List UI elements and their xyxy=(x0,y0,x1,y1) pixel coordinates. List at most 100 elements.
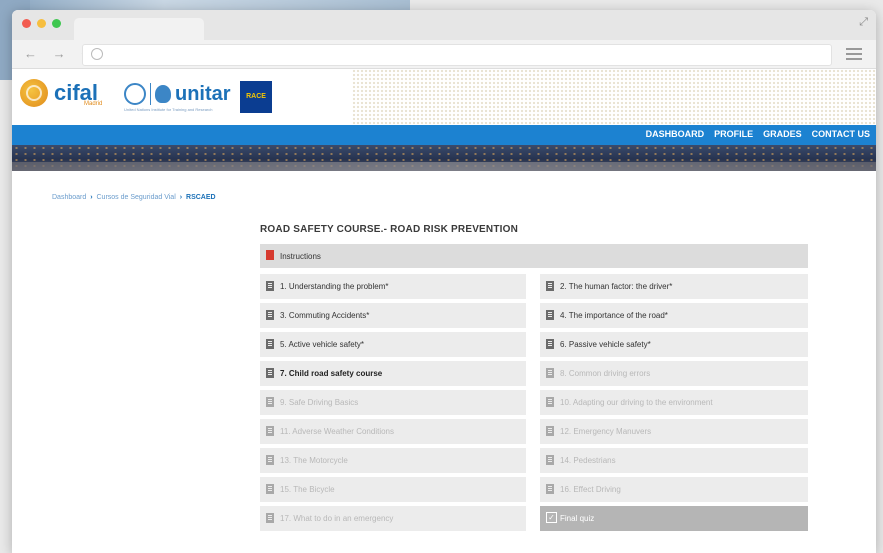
module-item[interactable]: 8. Common driving errors xyxy=(540,361,808,386)
document-icon xyxy=(266,339,274,349)
document-icon xyxy=(266,368,274,378)
logo-divider xyxy=(150,83,151,105)
module-row: 1. Understanding the problem* 2. The huma… xyxy=(260,274,808,299)
module-grid: 1. Understanding the problem* 2. The huma… xyxy=(260,274,808,535)
module-label: 17. What to do in an emergency xyxy=(280,514,394,523)
module-row: 3. Commuting Accidents* 4. The importance… xyxy=(260,303,808,328)
main-content: Dashboard › Cursos de Seguridad Vial › R… xyxy=(12,180,876,553)
breadcrumb-separator: › xyxy=(90,194,93,201)
title-bar: ⤢ xyxy=(12,10,876,40)
unitar-subtitle: United Nations Institute for Training an… xyxy=(124,107,213,112)
module-label: 6. Passive vehicle safety* xyxy=(560,340,651,349)
address-bar-row: ← → C xyxy=(12,40,876,69)
module-row: 5. Active vehicle safety* 6. Passive vehi… xyxy=(260,332,808,357)
document-icon xyxy=(546,397,554,407)
unitar-emblem-icon xyxy=(155,85,171,103)
module-label: 8. Common driving errors xyxy=(560,369,651,378)
document-icon xyxy=(546,368,554,378)
module-label: 11. Adverse Weather Conditions xyxy=(280,427,394,436)
document-icon xyxy=(266,310,274,320)
document-icon xyxy=(266,397,274,407)
breadcrumb-cursos[interactable]: Cursos de Seguridad Vial xyxy=(97,194,176,201)
document-icon xyxy=(266,281,274,291)
module-item[interactable]: 4. The importance of the road* xyxy=(540,303,808,328)
module-item[interactable]: 14. Pedestrians xyxy=(540,448,808,473)
site-header: cifal Madrid unitar United Nations Insti… xyxy=(12,69,876,125)
breadcrumb-dashboard[interactable]: Dashboard xyxy=(52,194,86,201)
url-input[interactable] xyxy=(82,44,832,66)
module-row: 15. The Bicycle 16. Effect Driving xyxy=(260,477,808,502)
module-row: 17. What to do in an emergency ✓ Final qui… xyxy=(260,506,808,531)
module-label: 5. Active vehicle safety* xyxy=(280,340,365,349)
module-item[interactable]: 13. The Motorcycle xyxy=(260,448,526,473)
module-item[interactable]: 1. Understanding the problem* xyxy=(260,274,526,299)
document-icon xyxy=(266,426,274,436)
checkbox-icon: ✓ xyxy=(546,512,557,523)
module-label: 16. Effect Driving xyxy=(560,485,621,494)
close-dot[interactable] xyxy=(22,19,31,28)
module-item[interactable]: 3. Commuting Accidents* xyxy=(260,303,526,328)
minimize-dot[interactable] xyxy=(37,19,46,28)
cifal-subtitle: Madrid xyxy=(84,101,103,107)
module-item[interactable]: 2. The human factor: the driver* xyxy=(540,274,808,299)
pdf-icon xyxy=(266,250,274,260)
instructions-item[interactable]: Instructions xyxy=(260,244,808,268)
document-icon xyxy=(546,310,554,320)
unitar-logo[interactable]: unitar xyxy=(124,83,231,105)
nav-profile[interactable]: PROFILE xyxy=(714,129,753,139)
document-icon xyxy=(266,513,274,523)
menu-icon[interactable] xyxy=(846,48,862,63)
unitar-wordmark: unitar xyxy=(175,83,231,105)
module-item[interactable]: 12. Emergency Manuvers xyxy=(540,419,808,444)
expand-icon[interactable]: ⤢ xyxy=(859,16,868,29)
module-item[interactable]: 6. Passive vehicle safety* xyxy=(540,332,808,357)
city-banner-image xyxy=(12,145,876,171)
module-label: 9. Safe Driving Basics xyxy=(280,398,359,407)
module-label: 12. Emergency Manuvers xyxy=(560,427,652,436)
document-icon xyxy=(546,426,554,436)
module-label: 7. Child road safety course xyxy=(280,369,383,378)
module-item[interactable]: 15. The Bicycle xyxy=(260,477,526,502)
page-title: ROAD SAFETY COURSE.- ROAD RISK PREVENTIO… xyxy=(260,224,519,235)
main-nav: DASHBOARD PROFILE GRADES CONTACT US xyxy=(12,125,876,145)
module-row: 9. Safe Driving Basics 10. Adapting our d… xyxy=(260,390,808,415)
module-item[interactable]: 5. Active vehicle safety* xyxy=(260,332,526,357)
final-quiz-item[interactable]: ✓ Final quiz xyxy=(540,506,808,531)
browser-window: ⤢ ← → C cifal Madrid unitar United Natio… xyxy=(12,10,876,553)
zoom-dot[interactable] xyxy=(52,19,61,28)
nav-dashboard[interactable]: DASHBOARD xyxy=(646,129,705,139)
document-icon xyxy=(266,455,274,465)
module-label: 14. Pedestrians xyxy=(560,456,616,465)
module-item[interactable]: 11. Adverse Weather Conditions xyxy=(260,419,526,444)
document-icon xyxy=(266,484,274,494)
bottom-fade xyxy=(12,537,876,553)
module-label: 2. The human factor: the driver* xyxy=(560,282,673,291)
module-row: 7. Child road safety course 8. Common dri… xyxy=(260,361,808,386)
module-label: 3. Commuting Accidents* xyxy=(280,311,370,320)
module-label: 4. The importance of the road* xyxy=(560,311,668,320)
module-label: 10. Adapting our driving to the environm… xyxy=(560,398,713,407)
module-label: 15. The Bicycle xyxy=(280,485,335,494)
race-logo[interactable]: RACE xyxy=(240,81,272,113)
nav-contact-us[interactable]: CONTACT US xyxy=(812,129,870,139)
module-item[interactable]: 9. Safe Driving Basics xyxy=(260,390,526,415)
module-item[interactable]: 16. Effect Driving xyxy=(540,477,808,502)
breadcrumb: Dashboard › Cursos de Seguridad Vial › R… xyxy=(52,194,216,201)
document-icon xyxy=(546,455,554,465)
world-map-decoration xyxy=(352,69,876,125)
module-label: 13. The Motorcycle xyxy=(280,456,348,465)
nav-grades[interactable]: GRADES xyxy=(763,129,802,139)
module-item[interactable]: 7. Child road safety course xyxy=(260,361,526,386)
un-emblem-icon xyxy=(124,83,146,105)
document-icon xyxy=(546,484,554,494)
module-row: 11. Adverse Weather Conditions 12. Emerge… xyxy=(260,419,808,444)
breadcrumb-current[interactable]: RSCAED xyxy=(186,194,216,201)
module-label: 1. Understanding the problem* xyxy=(280,282,389,291)
instructions-label: Instructions xyxy=(280,252,321,261)
browser-tab[interactable] xyxy=(74,18,204,40)
module-item[interactable]: 17. What to do in an emergency xyxy=(260,506,526,531)
window-controls xyxy=(22,19,61,28)
breadcrumb-separator: › xyxy=(179,194,183,201)
module-item[interactable]: 10. Adapting our driving to the environm… xyxy=(540,390,808,415)
module-label: Final quiz xyxy=(560,514,595,523)
